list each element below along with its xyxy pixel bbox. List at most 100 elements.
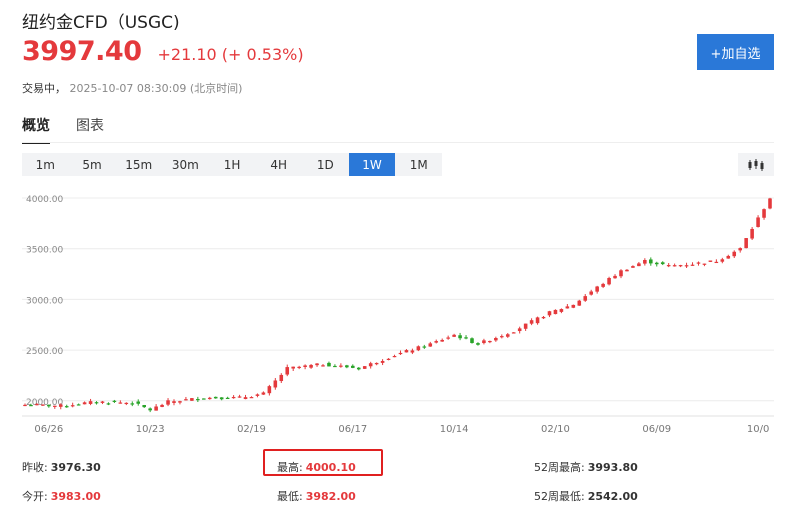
candle-body — [458, 335, 462, 339]
candle-body — [261, 392, 266, 395]
candle-body — [422, 346, 427, 348]
x-tick-label: 02/10 — [541, 424, 570, 435]
candle-body — [666, 265, 671, 267]
y-tick-label: 2000.00 — [26, 398, 63, 408]
candle-body — [35, 404, 39, 406]
candle-body — [762, 209, 766, 218]
candle-body — [345, 365, 349, 368]
x-tick-label: 06/17 — [338, 424, 367, 435]
period-selector: 1m 5m 15m 30m 1H 4H 1D 1W 1M — [22, 153, 442, 176]
period-1h[interactable]: 1H — [209, 153, 256, 176]
candle-body — [649, 259, 653, 264]
candlestick-icon — [748, 158, 764, 171]
candle-body — [374, 362, 379, 365]
candle-body — [273, 380, 278, 388]
candle-body — [613, 275, 617, 279]
candle-body — [440, 339, 444, 342]
price-change: +21.10 (+ 0.53%) — [157, 45, 304, 64]
candle-body — [23, 404, 27, 407]
candle-body — [643, 259, 647, 264]
candle-body — [517, 328, 522, 332]
candle-body — [720, 259, 725, 262]
stat-value: 3993.80 — [587, 461, 638, 474]
candle-body — [249, 397, 254, 399]
status-timezone: (北京时间) — [189, 82, 243, 95]
x-axis-labels: 06/26 10/23 02/19 06/17 10/14 02/10 06/09 10/0 — [34, 424, 769, 435]
candle-body — [738, 248, 742, 251]
candle-body — [285, 367, 290, 375]
candle-body — [130, 403, 135, 405]
period-1d[interactable]: 1D — [302, 153, 349, 176]
candle-body — [219, 397, 224, 400]
candle-body — [202, 398, 206, 400]
x-tick-label: 10/14 — [440, 424, 469, 435]
candle-body — [660, 262, 665, 265]
candle-body — [178, 401, 182, 403]
candle-body — [529, 320, 534, 324]
candle-body — [428, 343, 433, 347]
period-1w[interactable]: 1W — [348, 153, 396, 176]
candle-body — [309, 364, 313, 368]
candle-body — [672, 265, 677, 267]
period-1mo[interactable]: 1M — [395, 153, 442, 176]
candle-body — [482, 340, 486, 344]
y-tick-label: 4000.00 — [26, 195, 63, 205]
x-tick-label: 06/09 — [642, 424, 671, 435]
candle-body — [750, 228, 754, 239]
period-5m[interactable]: 5m — [69, 153, 116, 176]
candle-body — [768, 198, 772, 209]
candle-body — [690, 264, 695, 266]
candle-body — [148, 408, 152, 411]
tab-chart[interactable]: 图表 — [76, 115, 104, 144]
candle-body — [41, 404, 45, 406]
stat-value: 2542.00 — [587, 490, 638, 503]
candle-body — [29, 405, 33, 407]
candle-body — [607, 278, 611, 285]
add-watchlist-button[interactable]: +加自选 — [697, 34, 774, 70]
candle-body — [231, 396, 236, 399]
candle-body — [53, 405, 57, 407]
stat-label: 52周最高: — [534, 461, 585, 474]
price-row: 3997.40 +21.10 (+ 0.53%) — [22, 36, 304, 67]
candle-body — [619, 270, 623, 277]
instrument-title: 纽约金CFD（USGC) — [22, 13, 180, 33]
candle-body — [166, 400, 170, 405]
period-1m[interactable]: 1m — [22, 153, 69, 176]
candle-body — [601, 283, 605, 287]
x-tick-label: 10/0 — [747, 424, 769, 435]
stat-low: 最低: 3982.00 — [277, 488, 356, 504]
period-30m[interactable]: 30m — [162, 153, 209, 176]
candle-body — [702, 263, 707, 265]
candle-body — [410, 350, 415, 353]
y-tick-label: 3000.00 — [26, 296, 63, 306]
candle-body — [511, 332, 516, 334]
stat-label: 最低: — [277, 490, 303, 503]
candle-body — [213, 396, 218, 399]
candle-body — [398, 352, 403, 355]
stat-value: 3982.00 — [305, 490, 356, 503]
candle-body — [196, 398, 200, 401]
candle-body — [136, 401, 141, 404]
period-15m[interactable]: 15m — [115, 153, 162, 176]
candle-body — [362, 366, 367, 369]
candle-body — [571, 304, 576, 308]
price-chart[interactable]: 4000.00 3500.00 3000.00 2500.00 2000.00 06/2… — [0, 188, 800, 440]
chart-type-button[interactable] — [738, 153, 774, 176]
stats-panel: 昨收: 3976.30 最高: 4000.10 52周最高: 3993.80 今开: 3… — [0, 450, 800, 526]
candle-body — [76, 404, 81, 406]
x-tick-label: 06/26 — [34, 424, 63, 435]
candle-body — [559, 309, 564, 312]
candle-body — [416, 346, 421, 351]
y-tick-label: 3500.00 — [26, 246, 63, 256]
tab-overview[interactable]: 概览 — [22, 115, 50, 144]
y-axis-labels: 4000.00 3500.00 3000.00 2500.00 2000.00 — [26, 195, 63, 408]
candle-body — [154, 406, 158, 411]
candle-body — [64, 406, 69, 408]
candle-body — [94, 402, 99, 404]
candle-body — [70, 405, 75, 407]
candle-body — [708, 260, 713, 262]
candle-body — [190, 398, 194, 401]
candle-body — [237, 396, 242, 398]
candle-body — [553, 309, 558, 315]
period-4h[interactable]: 4H — [255, 153, 302, 176]
